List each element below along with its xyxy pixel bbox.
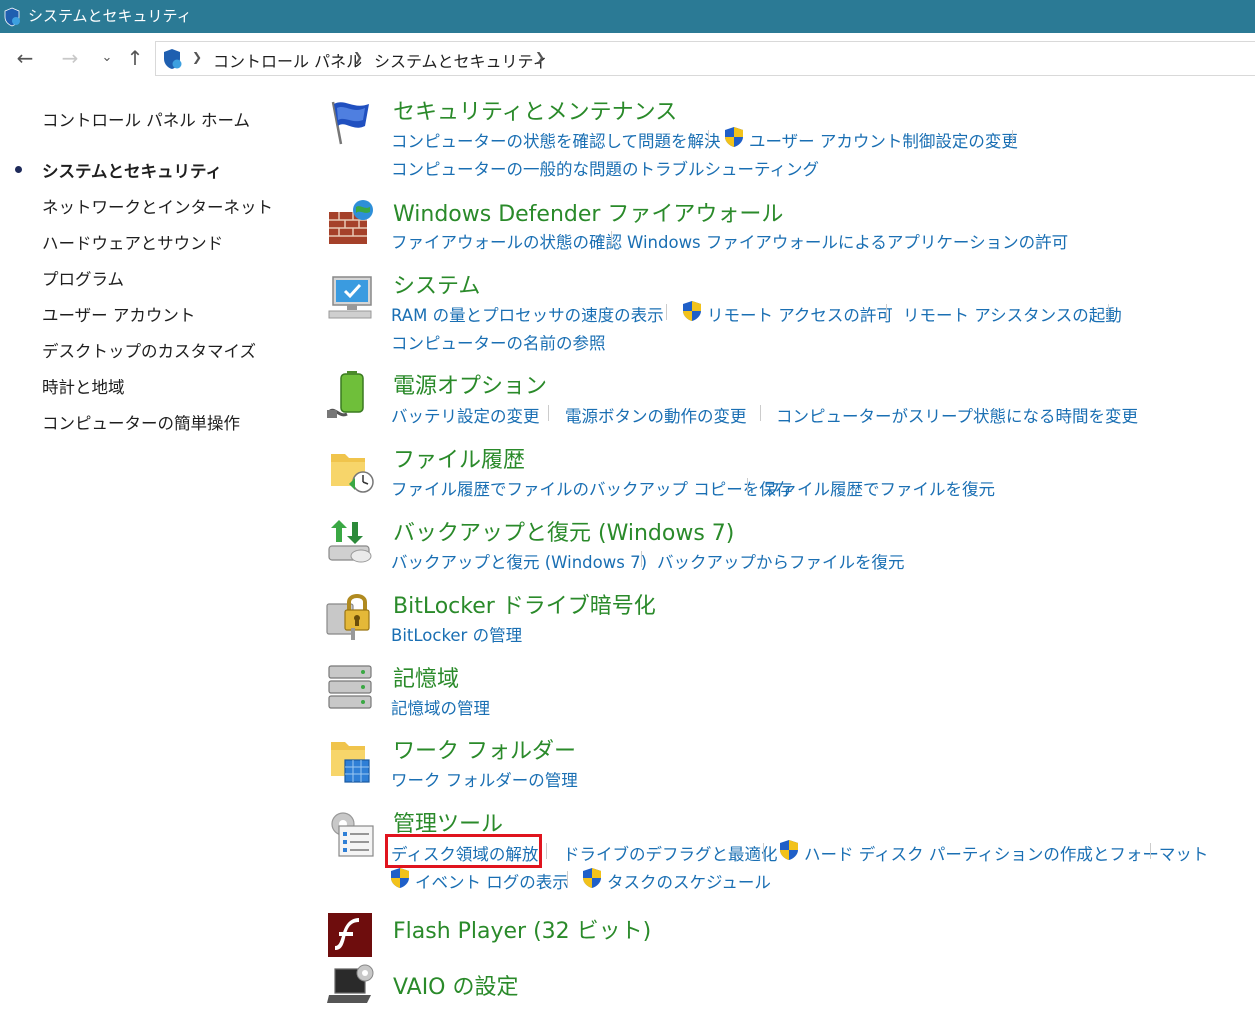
link-computer-name[interactable]: コンピューターの名前の参照 (391, 330, 606, 354)
link-backup-restore[interactable]: バックアップと復元 (Windows 7) (391, 549, 647, 573)
link-separator (763, 843, 764, 859)
sidebar-item-hardware[interactable]: ハードウェアとサウンド (42, 230, 223, 254)
current-item-bullet-icon (15, 166, 22, 173)
sidebar-item-network[interactable]: ネットワークとインターネット (42, 194, 273, 218)
bitlocker-drive-lock-icon[interactable] (325, 590, 377, 642)
link-separator (548, 405, 549, 421)
category-bitlocker[interactable]: BitLocker ドライブ暗号化 (393, 588, 656, 620)
link-separator (760, 405, 761, 421)
link-save-backup-copies[interactable]: ファイル履歴でファイルのバックアップ コピーを保存 (391, 476, 792, 500)
firewall-icon[interactable] (325, 198, 377, 250)
vaio-laptop-icon[interactable] (325, 961, 377, 1013)
up-arrow-icon[interactable]: ↑ (124, 47, 146, 69)
work-folders-icon[interactable] (325, 736, 377, 788)
link-view-ram-cpu[interactable]: RAM の量とプロセッサの速度の表示 (391, 302, 664, 326)
category-security-maintenance[interactable]: セキュリティとメンテナンス (393, 94, 677, 126)
link-remote-assistance[interactable]: リモート アシスタンスの起動 (903, 302, 1122, 326)
file-history-folder-clock-icon[interactable] (325, 444, 377, 496)
forward-arrow-icon[interactable]: → (59, 47, 81, 69)
category-storage-spaces[interactable]: 記憶域 (393, 661, 459, 693)
breadcrumb-chevron-icon[interactable]: ❯ (535, 50, 545, 64)
category-file-history[interactable]: ファイル履歴 (393, 442, 525, 474)
link-firewall-allow-app[interactable]: Windows ファイアウォールによるアプリケーションの許可 (627, 229, 1068, 253)
breadcrumb-chevron-icon[interactable]: ❯ (353, 50, 363, 64)
link-manage-work-folders[interactable]: ワーク フォルダーの管理 (391, 767, 578, 791)
breadcrumb-system-security[interactable]: システムとセキュリティ (374, 48, 549, 72)
link-schedule-tasks[interactable]: タスクのスケジュール (607, 869, 771, 893)
link-separator (611, 231, 612, 247)
link-defragment-optimize[interactable]: ドライブのデフラグと最適化 (563, 841, 778, 865)
uac-shield-icon (391, 868, 409, 888)
link-view-event-logs[interactable]: イベント ログの表示 (415, 869, 569, 893)
link-uac-settings[interactable]: ユーザー アカウント制御設定の変更 (749, 128, 1018, 152)
sidebar-item-system-security[interactable]: システムとセキュリティ (42, 158, 222, 182)
uac-shield-icon (583, 868, 601, 888)
link-separator (641, 551, 642, 567)
uac-shield-icon (780, 840, 798, 860)
link-check-status[interactable]: コンピューターの状態を確認して問題を解決 (391, 128, 721, 152)
administrative-tools-icon[interactable] (325, 808, 377, 860)
link-separator (546, 843, 547, 859)
sidebar-item-desktop-customization[interactable]: デスクトップのカスタマイズ (42, 338, 256, 362)
link-manage-bitlocker[interactable]: BitLocker の管理 (391, 622, 522, 646)
storage-spaces-icon[interactable] (325, 662, 377, 714)
highlight-box (385, 834, 542, 868)
link-firewall-status[interactable]: ファイアウォールの状態の確認 (391, 229, 622, 253)
category-system[interactable]: システム (393, 268, 480, 300)
uac-shield-icon (725, 127, 743, 147)
link-separator (886, 304, 887, 320)
link-create-format-partitions[interactable]: ハード ディスク パーティションの作成とフォーマット (804, 841, 1208, 865)
category-vaio-settings[interactable]: VAIO の設定 (393, 969, 519, 1001)
flag-icon[interactable] (325, 96, 377, 148)
link-battery-settings[interactable]: バッテリ設定の変更 (391, 403, 540, 427)
computer-monitor-icon[interactable] (325, 271, 377, 323)
uac-shield-icon (683, 301, 701, 321)
link-separator (567, 871, 568, 887)
breadcrumb-control-panel[interactable]: コントロール パネル (213, 48, 362, 72)
control-panel-shield-icon (164, 49, 182, 69)
sidebar-item-user-accounts[interactable]: ユーザー アカウント (42, 302, 195, 326)
sidebar-item-ease-of-access[interactable]: コンピューターの簡単操作 (42, 410, 240, 434)
sidebar-item-control-panel-home[interactable]: コントロール パネル ホーム (42, 107, 250, 131)
sidebar-item-programs[interactable]: プログラム (42, 266, 124, 290)
address-bar[interactable]: ❯ コントロール パネル ❯ システムとセキュリティ ❯ (155, 41, 1255, 76)
backup-restore-icon[interactable] (325, 516, 377, 568)
category-work-folders[interactable]: ワーク フォルダー (393, 733, 576, 765)
window-title: システムとセキュリティ (28, 7, 192, 25)
link-power-button[interactable]: 電源ボタンの動作の変更 (565, 403, 747, 427)
category-firewall[interactable]: Windows Defender ファイアウォール (393, 196, 783, 228)
title-bar: システムとセキュリティ (0, 0, 1255, 33)
link-separator (666, 304, 667, 320)
link-troubleshooting[interactable]: コンピューターの一般的な問題のトラブルシューティング (391, 156, 819, 180)
link-separator (1108, 304, 1109, 320)
breadcrumb-chevron-icon[interactable]: ❯ (192, 50, 202, 64)
category-backup-restore[interactable]: バックアップと復元 (Windows 7) (393, 515, 734, 547)
flash-player-icon[interactable] (325, 910, 377, 962)
link-manage-storage-spaces[interactable]: 記憶域の管理 (391, 695, 490, 719)
link-separator (708, 130, 709, 146)
category-flash-player[interactable]: Flash Player (32 ビット) (393, 913, 651, 945)
security-shield-icon (4, 7, 20, 27)
sidebar-item-clock-region[interactable]: 時計と地域 (42, 374, 125, 398)
back-arrow-icon[interactable]: ← (14, 47, 36, 69)
link-separator (747, 478, 748, 494)
category-power-options[interactable]: 電源オプション (393, 368, 547, 400)
link-restore-files-history[interactable]: ファイル履歴でファイルを復元 (764, 476, 995, 500)
link-restore-from-backup[interactable]: バックアップからファイルを復元 (657, 549, 905, 573)
recent-locations-chevron-icon[interactable]: ⌄ (96, 47, 118, 69)
link-sleep-time[interactable]: コンピューターがスリープ状態になる時間を変更 (776, 403, 1138, 427)
battery-power-icon[interactable] (325, 370, 377, 422)
link-separator (1012, 130, 1013, 146)
navigation-bar: ← → ⌄ ↑ ❯ コントロール パネル ❯ システムとセキュリティ ❯ (0, 33, 1255, 83)
link-separator (1150, 843, 1151, 859)
link-remote-access[interactable]: リモート アクセスの許可 (707, 302, 893, 326)
